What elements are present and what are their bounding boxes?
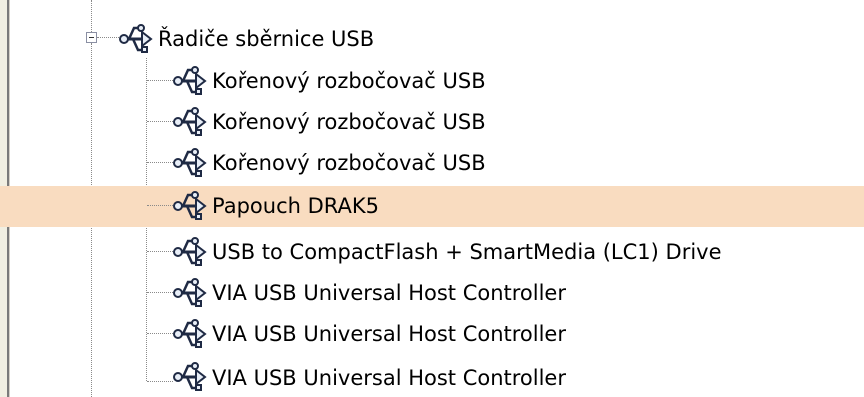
tree-connector-line bbox=[147, 381, 173, 382]
tree-connector-line bbox=[147, 333, 173, 334]
tree-item[interactable]: USB to CompactFlash + SmartMedia (LC1) D… bbox=[0, 231, 864, 272]
tree-connector-line bbox=[147, 205, 173, 206]
tree-item[interactable]: Kořenový rozbočovač USB bbox=[0, 101, 864, 142]
usb-icon bbox=[172, 104, 208, 140]
tree-item-label: Papouch DRAK5 bbox=[212, 194, 380, 218]
usb-icon bbox=[172, 63, 208, 99]
tree-item-label: Kořenový rozbočovač USB bbox=[212, 69, 486, 93]
tree-item-label: Kořenový rozbočovač USB bbox=[212, 151, 486, 175]
tree-connector-line bbox=[147, 251, 173, 252]
usb-icon bbox=[172, 234, 208, 270]
tree-connector-line bbox=[147, 292, 173, 293]
tree-item[interactable]: Kořenový rozbočovač USB bbox=[0, 60, 864, 101]
tree-group-label: Řadiče sběrnice USB bbox=[158, 27, 375, 51]
tree-item[interactable]: VIA USB Universal Host Controller bbox=[0, 355, 864, 396]
usb-icon bbox=[172, 145, 208, 181]
device-tree: Řadiče sběrnice USB Kořenový rozbočovač … bbox=[0, 0, 864, 397]
tree-connector-line bbox=[147, 121, 173, 122]
usb-icon bbox=[172, 316, 208, 352]
tree-connector-line bbox=[147, 162, 173, 163]
tree-item-label: VIA USB Universal Host Controller bbox=[212, 366, 566, 390]
usb-icon bbox=[172, 188, 208, 224]
tree-item-label: Kořenový rozbočovač USB bbox=[212, 110, 486, 134]
usb-icon bbox=[172, 359, 208, 395]
tree-item[interactable]: VIA USB Universal Host Controller bbox=[0, 272, 864, 313]
tree-item-label: USB to CompactFlash + SmartMedia (LC1) D… bbox=[212, 240, 722, 264]
tree-connector-line bbox=[147, 80, 173, 81]
usb-icon bbox=[118, 21, 154, 57]
tree-item-selected[interactable]: Papouch DRAK5 bbox=[0, 186, 864, 227]
tree-item[interactable]: Kořenový rozbočovač USB bbox=[0, 142, 864, 183]
tree-item-label: VIA USB Universal Host Controller bbox=[212, 322, 566, 346]
tree-item-label: VIA USB Universal Host Controller bbox=[212, 281, 566, 305]
usb-icon bbox=[172, 275, 208, 311]
tree-group-usb-controllers[interactable]: Řadiče sběrnice USB bbox=[0, 18, 864, 59]
tree-item[interactable]: VIA USB Universal Host Controller bbox=[0, 313, 864, 354]
